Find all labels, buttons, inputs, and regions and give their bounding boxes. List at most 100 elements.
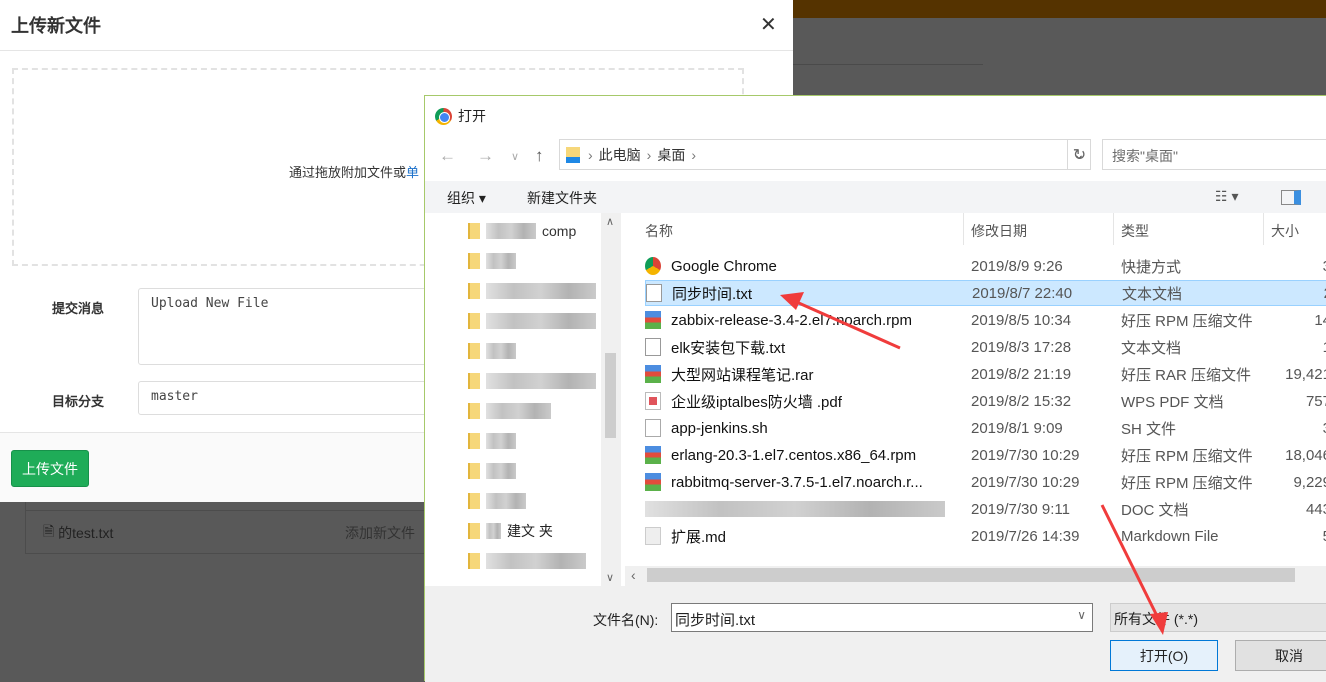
folder-icon	[468, 402, 480, 419]
file-size: 757	[1305, 392, 1326, 410]
new-folder-button[interactable]: 新建文件夹	[527, 188, 597, 208]
file-row[interactable]: 企业级iptalbes防火墙 .pdf 2019/8/2 15:32 WPS PDF…	[645, 388, 1326, 414]
folder-icon	[468, 282, 480, 299]
file-row[interactable]: 🗎 的test.txt 添加新文件	[25, 510, 425, 554]
back-icon[interactable]: ←	[439, 146, 456, 166]
tree-item[interactable]	[468, 547, 586, 574]
file-date: 2019/8/2 15:32	[971, 392, 1072, 410]
open-file-dialog: 打开 ← → ∨ ↑ › 此电脑 › 桌面 › ⌄ ↻ 搜索"桌面" 组织 ▾ 新建…	[424, 95, 1326, 682]
folder-icon	[468, 432, 480, 449]
forward-icon[interactable]: →	[477, 146, 494, 166]
file-type: 好压 RPM 压缩文件	[1121, 474, 1253, 492]
file-date: 2019/8/7 22:40	[972, 284, 1073, 302]
file-type: DOC 文档	[1121, 501, 1189, 519]
tree-item[interactable]: 建文 夹	[468, 517, 553, 544]
file-row[interactable]: elk安装包下载.txt 2019/8/3 17:28 文本文档 1	[645, 334, 1326, 360]
file-row[interactable]: 同步时间.txt 2019/8/7 22:40 文本文档 2	[645, 280, 1326, 306]
tree-item[interactable]	[468, 337, 516, 364]
file-name: Google Chrome	[671, 257, 777, 275]
commit-label: 提交消息	[52, 301, 105, 316]
tree-scrollbar[interactable]: ∧ ∨	[601, 213, 621, 586]
choose-file-link[interactable]: 单	[406, 165, 419, 180]
breadcrumb-this-pc[interactable]: 此电脑	[599, 145, 641, 165]
divider	[793, 64, 983, 65]
tree-item[interactable]	[468, 427, 516, 454]
rar-file-icon	[645, 311, 661, 329]
refresh-icon[interactable]: ↻	[1067, 139, 1091, 170]
tree-item[interactable]	[468, 367, 596, 394]
chrome-icon	[435, 107, 452, 125]
file-type: 好压 RPM 压缩文件	[1121, 312, 1253, 330]
tree-item[interactable]	[468, 457, 516, 484]
preview-pane-icon[interactable]	[1281, 190, 1301, 205]
file-date: 2019/7/30 10:29	[971, 446, 1080, 464]
file-row[interactable]: rabbitmq-server-3.7.5-1.el7.noarch.r... 2…	[645, 469, 1326, 495]
add-file-link[interactable]: 添加新文件	[345, 523, 415, 543]
file-row[interactable]: app-jenkins.sh 2019/8/1 9:09 SH 文件 3	[645, 415, 1326, 441]
file-name: erlang-20.3-1.el7.centos.x86_64.rpm	[671, 446, 917, 464]
recent-dropdown-icon[interactable]: ∨	[511, 150, 519, 163]
tree-item[interactable]	[468, 487, 526, 514]
branch-input[interactable]: master	[138, 381, 438, 415]
column-date[interactable]: 修改日期	[971, 221, 1027, 241]
horizontal-scrollbar[interactable]: ‹	[625, 566, 1326, 586]
folder-icon	[468, 522, 480, 539]
file-size: 14	[1314, 311, 1326, 329]
commit-message-input[interactable]: Upload New File	[138, 288, 438, 365]
txt-file-icon	[645, 338, 661, 356]
search-input[interactable]: 搜索"桌面"	[1102, 139, 1326, 170]
file-name: 的test.txt	[58, 524, 114, 541]
organize-menu[interactable]: 组织 ▾	[447, 188, 486, 208]
file-row[interactable]: zabbix-release-3.4-2.el7.noarch.rpm 2019/…	[645, 307, 1326, 333]
file-row[interactable]: 大型网站课程笔记.rar 2019/8/2 21:19 好压 RAR 压缩文件 19,…	[645, 361, 1326, 387]
cancel-button[interactable]: 取消	[1235, 640, 1326, 671]
folder-icon	[468, 552, 480, 569]
breadcrumb-desktop[interactable]: 桌面	[657, 145, 685, 165]
file-type-filter[interactable]: 所有文件 (*.*)	[1110, 603, 1326, 632]
file-row[interactable]: 扩展.md 2019/7/26 14:39 Markdown File 5	[645, 523, 1326, 549]
file-date: 2019/7/30 9:11	[971, 500, 1070, 518]
column-name[interactable]: 名称	[645, 221, 673, 241]
tree-item[interactable]	[468, 277, 596, 304]
file-name: zabbix-release-3.4-2.el7.noarch.rpm	[671, 311, 912, 329]
file-row[interactable]: erlang-20.3-1.el7.centos.x86_64.rpm 2019/…	[645, 442, 1326, 468]
file-size: 3	[1271, 420, 1326, 437]
file-type: 快捷方式	[1121, 258, 1182, 276]
column-type[interactable]: 类型	[1121, 221, 1149, 241]
open-button[interactable]: 打开(O)	[1110, 640, 1218, 671]
file-size: 1	[1271, 339, 1326, 356]
branch-label: 目标分支	[52, 394, 105, 409]
column-size[interactable]: 大小	[1271, 221, 1299, 241]
up-icon[interactable]: ↑	[535, 146, 544, 166]
filename-input[interactable]: 同步时间.txt ∨	[671, 603, 1093, 632]
folder-icon	[468, 462, 480, 479]
view-options-icon[interactable]: ☷ ▾	[1215, 188, 1238, 205]
file-row[interactable]: 2019/7/30 9:11 DOC 文档 443	[645, 496, 1326, 522]
close-icon[interactable]: ✕	[760, 12, 777, 37]
file-type: WPS PDF 文档	[1121, 393, 1224, 411]
file-size: 5	[1271, 528, 1326, 545]
upload-button[interactable]: 上传文件	[11, 450, 89, 487]
file-size: 3	[1271, 258, 1326, 275]
dialog-title: 打开	[458, 108, 486, 124]
txt-file-icon	[646, 284, 662, 302]
file-name: elk安装包下载.txt	[671, 339, 786, 357]
file-list: 名称 修改日期 类型 大小 Google Chrome 2019/8/9 9:26…	[625, 213, 1326, 563]
blurred-filename	[645, 501, 945, 517]
modal-title: 上传新文件	[11, 16, 101, 36]
tree-item[interactable]: comp	[468, 217, 576, 244]
file-date: 2019/8/5 10:34	[971, 311, 1072, 329]
file-name: rabbitmq-server-3.7.5-1.el7.noarch.r...	[671, 473, 923, 491]
tree-item[interactable]	[468, 307, 596, 334]
sh-file-icon	[645, 419, 661, 437]
file-row[interactable]: Google Chrome 2019/8/9 9:26 快捷方式 3	[645, 253, 1326, 279]
folder-icon	[468, 312, 480, 329]
tree-item[interactable]	[468, 397, 551, 424]
rar-file-icon	[645, 365, 661, 383]
address-bar[interactable]: › 此电脑 › 桌面 › ⌄	[559, 139, 1091, 170]
drop-text: 通过拖放附加文件或单	[289, 165, 420, 180]
file-name: app-jenkins.sh	[671, 419, 768, 437]
md-file-icon	[645, 527, 661, 545]
file-type: 文本文档	[1121, 339, 1182, 357]
tree-item[interactable]	[468, 247, 516, 274]
